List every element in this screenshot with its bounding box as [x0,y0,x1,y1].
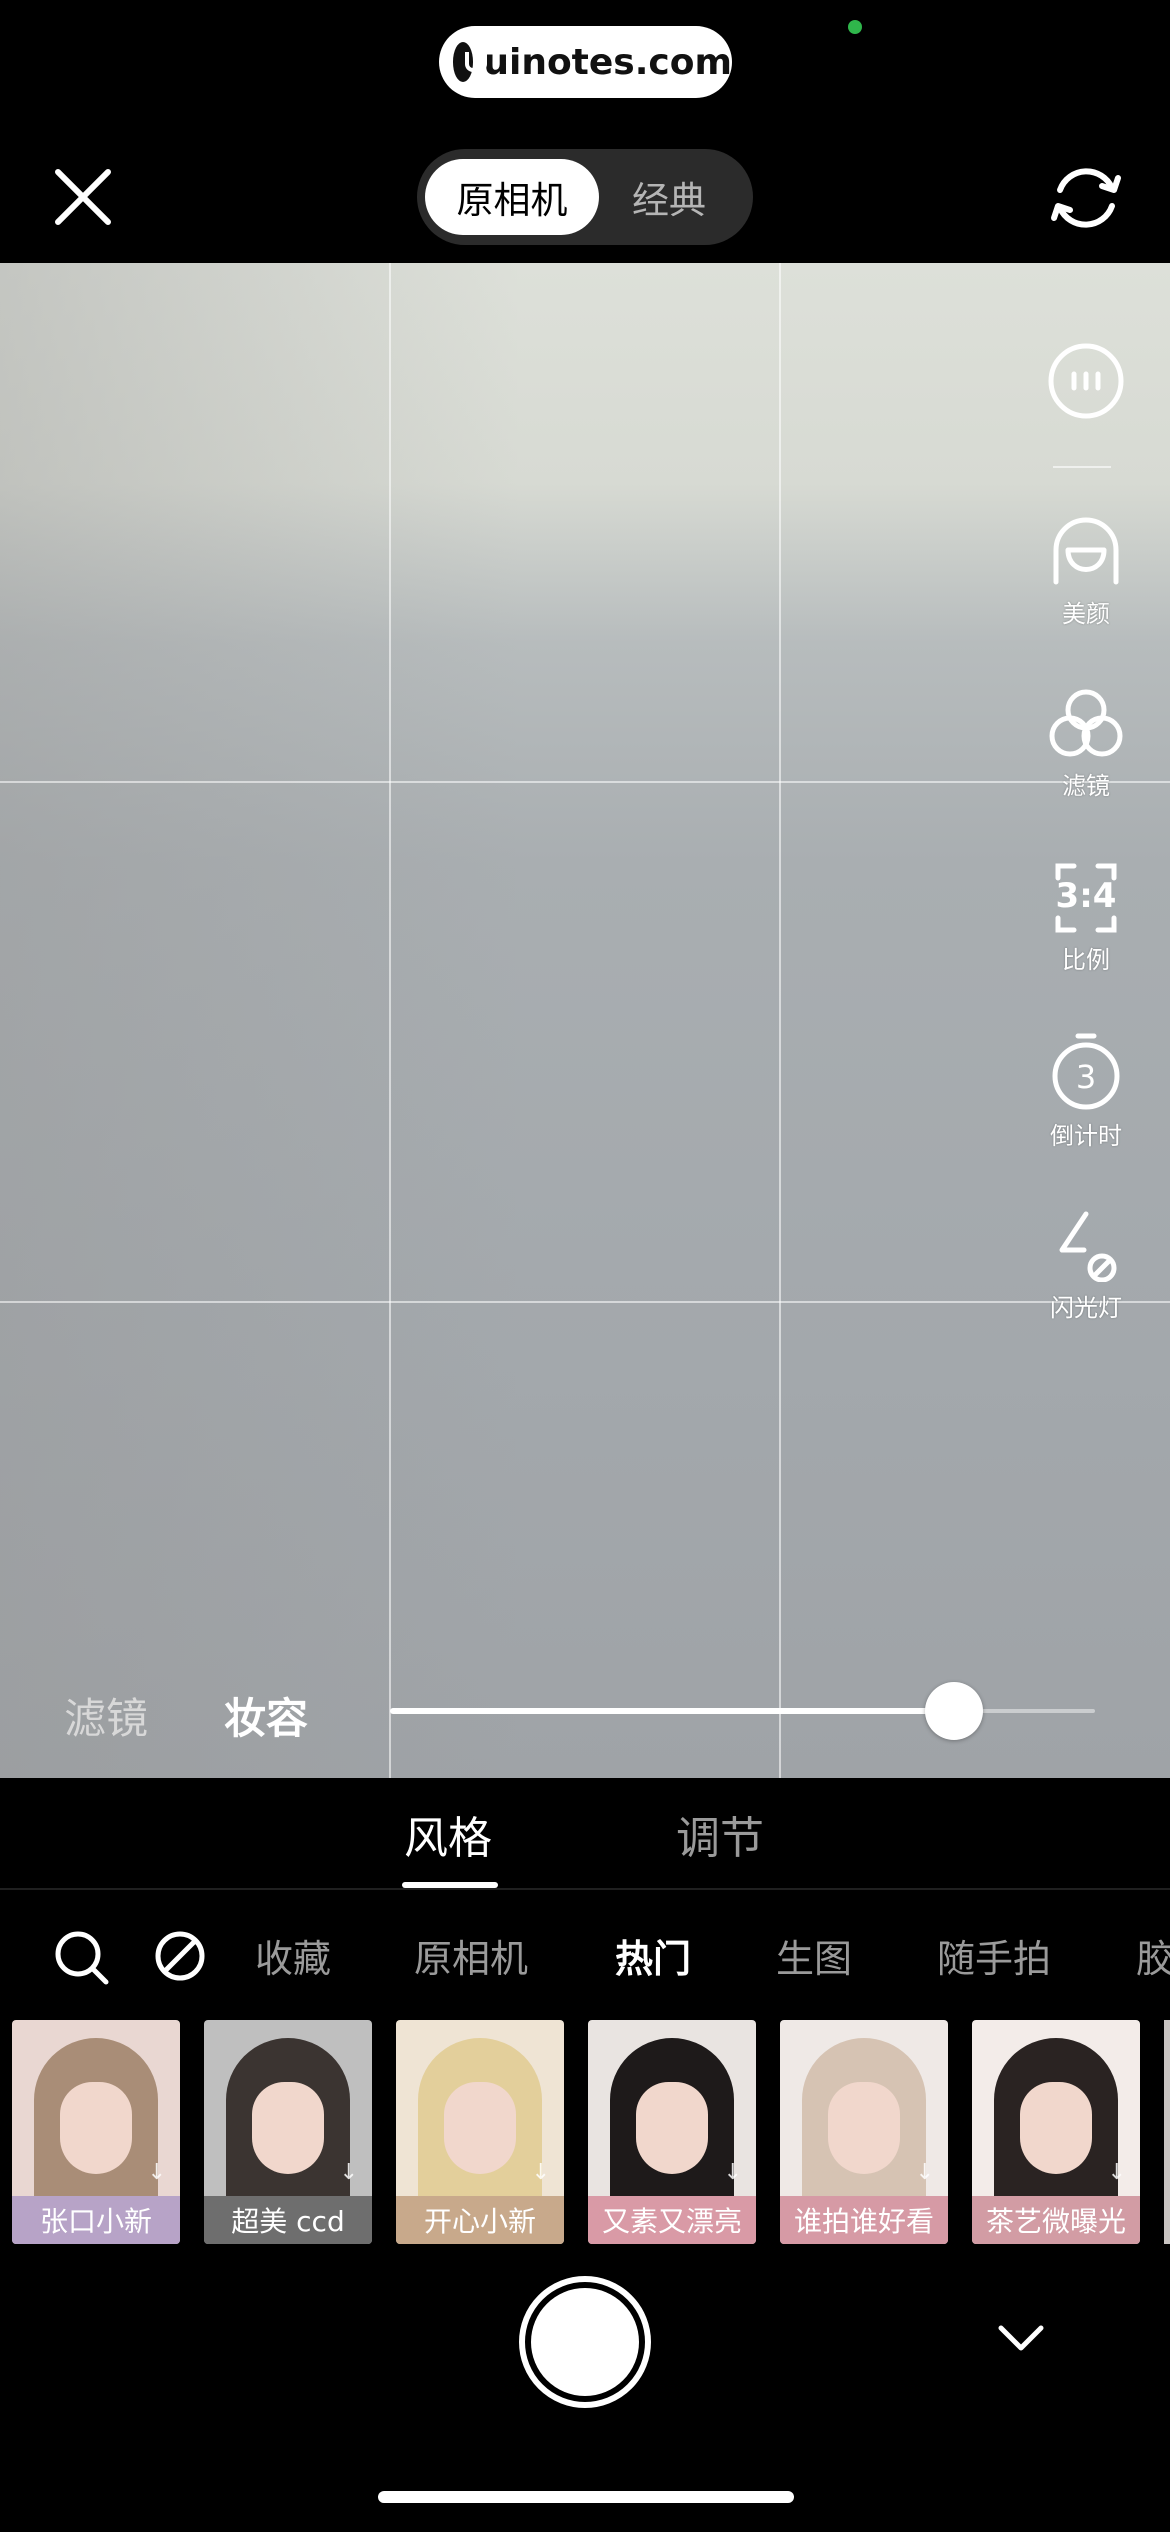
category-favorites[interactable]: 收藏 [255,1928,331,1983]
timer-value: 3 [1075,1058,1097,1096]
intensity-tab-makeup[interactable]: 妆容 [224,1685,308,1746]
filter-label: 谁拍谁好看 [780,2196,948,2244]
download-icon: ↓ [723,2160,742,2185]
camera-mode-switch: 原相机 经典 [417,149,753,245]
home-indicator [378,2491,794,2503]
watermark-text: uinotes.com [483,41,732,83]
mode-tab-classic[interactable]: 经典 [599,159,739,235]
tool-divider [1053,466,1111,468]
panel-tab-adjust[interactable]: 调节 [676,1802,764,1866]
thumb-face [636,2082,708,2174]
intensity-slider-knob[interactable] [925,1682,983,1740]
filter-thumb-4[interactable]: ↓ 又素又漂亮 [588,2020,756,2244]
tool-flash-label: 闪光灯 [1050,1294,1122,1322]
shutter-button[interactable] [519,2276,651,2408]
thumb-face [828,2082,900,2174]
filter-label: 开心小新 [396,2196,564,2244]
panel-tab-style[interactable]: 风格 [404,1802,492,1866]
privacy-indicator-dot [848,20,862,34]
filter-thumb-partial[interactable] [1164,2020,1170,2244]
download-icon: ↓ [339,2160,358,2185]
mode-tab-original[interactable]: 原相机 [425,159,599,235]
tool-ratio-label: 比例 [1062,946,1110,974]
grid-line-v2 [779,263,781,1778]
tool-filter[interactable]: 滤镜 [1040,688,1132,801]
close-icon[interactable] [52,166,114,228]
shutter-inner [531,2288,639,2396]
more-icon [1048,343,1124,419]
ratio-value: 3:4 [1055,876,1117,916]
thumb-face [60,2082,132,2174]
grid-line-h2 [0,1301,1170,1303]
filter-icon [1049,689,1123,757]
tool-ratio[interactable]: 3:4 比例 [1040,862,1132,975]
filter-thumb-1[interactable]: ↓ 张口小新 [12,2020,180,2244]
filter-thumb-6[interactable]: ↓ 茶艺微曝光 [972,2020,1140,2244]
timer-icon: 3 [1050,1032,1122,1110]
filter-label: 茶艺微曝光 [972,2196,1140,2244]
viewfinder-shade [0,263,520,1778]
category-casual[interactable]: 随手拍 [937,1928,1051,1983]
intensity-slider-fill [390,1708,954,1714]
category-hot[interactable]: 热门 [615,1928,691,1983]
filter-thumb-2[interactable]: ↓ 超美 ccd [204,2020,372,2244]
filter-thumb-5[interactable]: ↓ 谁拍谁好看 [780,2020,948,2244]
panel-divider [0,1888,1170,1890]
tool-beauty[interactable]: 美颜 [1040,516,1132,629]
tool-timer[interactable]: 3 倒计时 [1040,1032,1132,1151]
filter-thumb-3[interactable]: ↓ 开心小新 [396,2020,564,2244]
thumb-face [252,2082,324,2174]
download-icon: ↓ [1107,2160,1126,2185]
watermark: uinotes.com [439,26,732,98]
grid-line-v1 [389,263,391,1778]
filter-label: 又素又漂亮 [588,2196,756,2244]
ratio-icon: 3:4 [1054,862,1118,934]
grid-line-h1 [0,781,1170,783]
category-generated[interactable]: 生图 [776,1928,852,1983]
download-icon: ↓ [915,2160,934,2185]
more-button[interactable] [1040,342,1132,420]
chevron-down-icon[interactable] [996,2322,1046,2356]
intensity-tab-filter[interactable]: 滤镜 [64,1685,148,1746]
thumb-face [1020,2082,1092,2174]
uinotes-logo-icon [453,42,488,82]
tool-beauty-label: 美颜 [1062,600,1110,628]
flash-off-icon [1059,1211,1117,1282]
download-icon: ↓ [531,2160,550,2185]
thumb-face [444,2082,516,2174]
download-icon: ↓ [147,2160,166,2185]
beauty-icon [1053,517,1119,585]
tool-flash[interactable]: 闪光灯 [1040,1210,1132,1323]
category-original[interactable]: 原相机 [414,1928,528,1983]
no-filter-icon[interactable] [154,1930,206,1982]
category-film[interactable]: 胶 [1136,1928,1170,1983]
camera-viewfinder[interactable] [0,263,1170,1778]
filter-label: 张口小新 [12,2196,180,2244]
search-icon[interactable] [54,1930,110,1986]
switch-camera-icon[interactable] [1046,160,1126,236]
tool-filter-label: 滤镜 [1062,772,1110,800]
tool-timer-label: 倒计时 [1050,1122,1122,1150]
filter-label: 超美 ccd [204,2196,372,2244]
